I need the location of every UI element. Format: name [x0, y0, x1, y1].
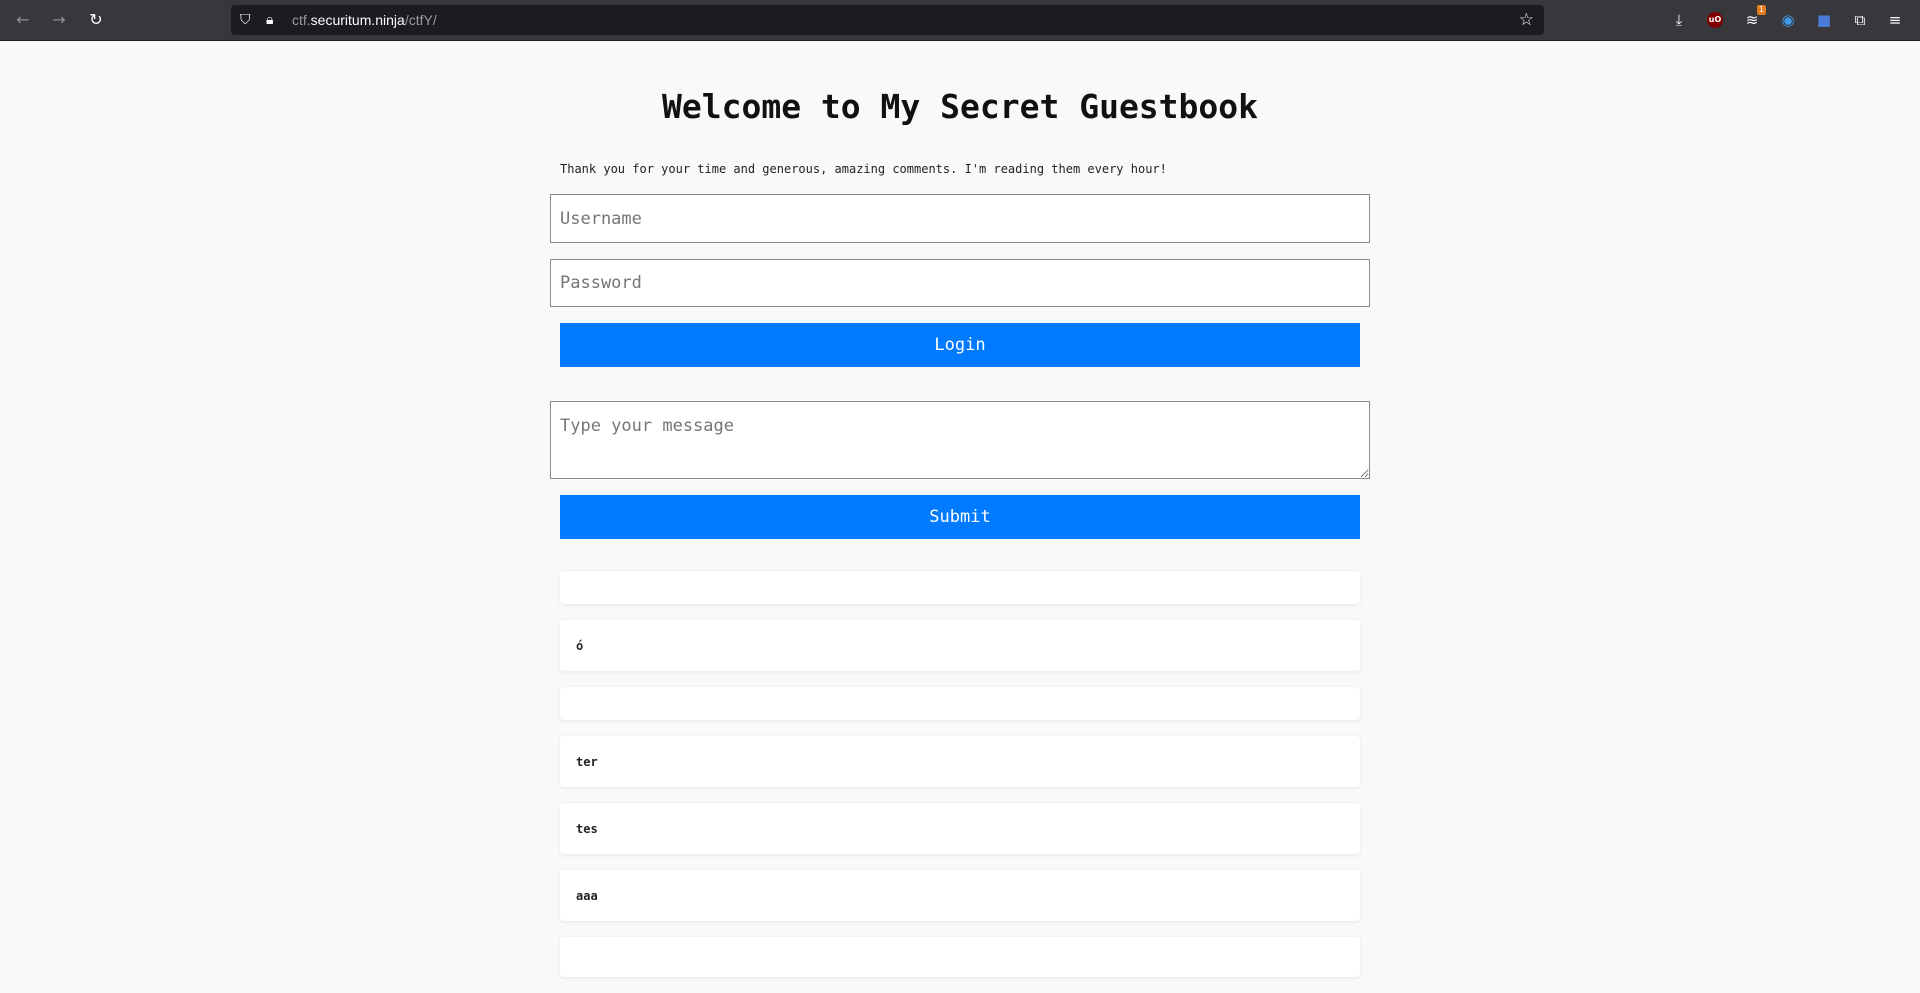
lock-icon[interactable]: 🔒︎ — [266, 10, 273, 30]
shield-icon[interactable]: ⛉ — [240, 10, 251, 30]
guestbook-entry: tes — [560, 803, 1360, 854]
download-icon[interactable]: ⤓ — [1668, 9, 1690, 31]
address-bar[interactable]: ⛉ 🔒︎ ctf.securitum.ninja/ctfY/ ☆ — [231, 5, 1544, 35]
url-path: /ctfY/ — [404, 12, 437, 28]
guestbook-entry: ó — [560, 620, 1360, 671]
url-subdomain: ctf. — [292, 12, 311, 28]
extension-badge: 1 — [1756, 5, 1766, 15]
guestbook-entries: ó ter tes aaa — [560, 571, 1360, 993]
extensions-puzzle-icon[interactable]: ⧉ — [1849, 9, 1871, 31]
page-title: Welcome to My Secret Guestbook — [661, 87, 1259, 126]
reload-icon[interactable]: ↻ — [85, 9, 107, 31]
url-text[interactable]: ctf.securitum.ninja/ctfY/ — [292, 11, 437, 29]
url-host: securitum.ninja — [310, 12, 405, 28]
guestbook-entry — [560, 937, 1360, 977]
message-textarea[interactable] — [550, 401, 1370, 479]
back-icon[interactable]: ← — [12, 9, 34, 31]
guestbook-entry — [560, 687, 1360, 720]
page-content: Welcome to My Secret Guestbook Thank you… — [0, 41, 1920, 977]
privacy-extension-icon[interactable]: ◉ — [1777, 9, 1799, 31]
ublock-icon[interactable]: uO — [1707, 12, 1723, 28]
guestbook-entry: ter — [560, 736, 1360, 787]
guestbook-entry — [560, 571, 1360, 604]
bookmark-star-icon[interactable]: ☆ — [1519, 9, 1534, 31]
intro-text: Thank you for your time and generous, am… — [560, 162, 1167, 176]
password-input[interactable] — [550, 259, 1370, 307]
guestbook-entry: aaa — [560, 870, 1360, 921]
container-extension-icon[interactable]: ■ — [1813, 9, 1835, 31]
login-button[interactable]: Login — [560, 323, 1360, 367]
browser-toolbar: ← → ↻ ⛉ 🔒︎ ctf.securitum.ninja/ctfY/ ☆ ⤓… — [0, 0, 1920, 41]
username-input[interactable] — [550, 194, 1370, 243]
extension-icon[interactable]: ≋ 1 — [1741, 5, 1766, 31]
menu-icon[interactable]: ≡ — [1884, 9, 1906, 31]
submit-button[interactable]: Submit — [560, 495, 1360, 539]
forward-icon[interactable]: → — [48, 9, 70, 31]
